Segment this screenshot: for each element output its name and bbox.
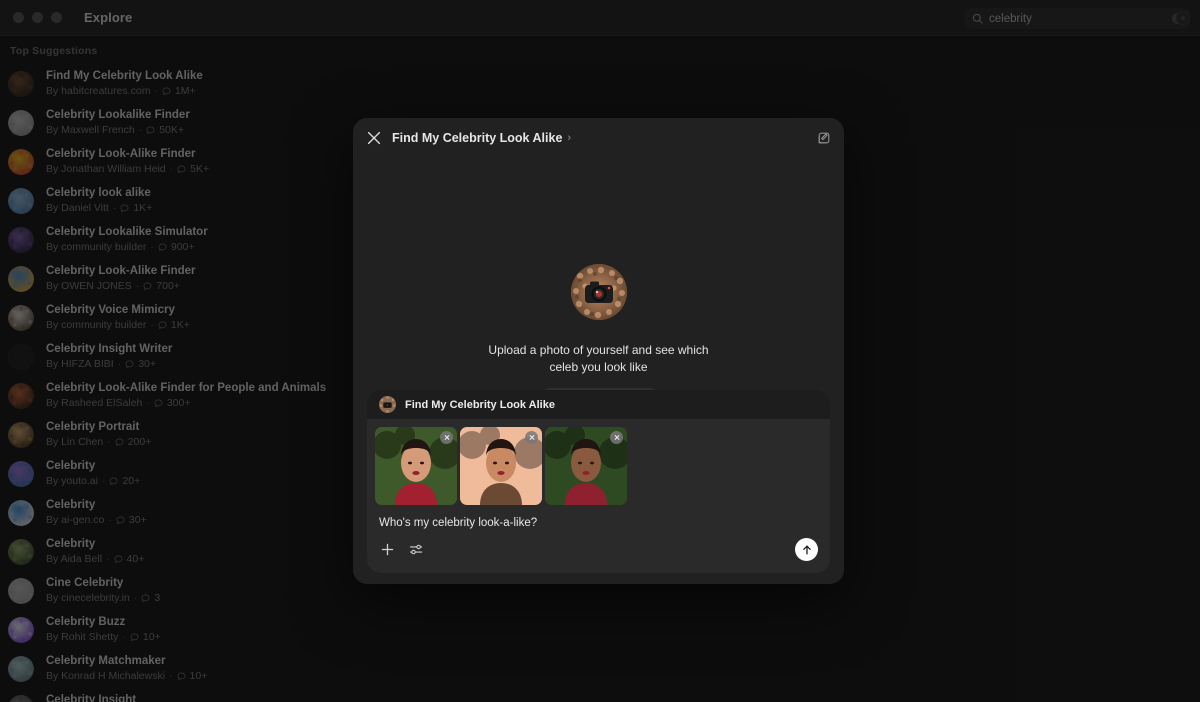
chevron-right-icon: ›: [567, 132, 572, 144]
camera-crowd-avatar: [570, 263, 627, 320]
composer-message-input[interactable]: Who's my celebrity look-a-like?: [367, 505, 830, 529]
chat-composer: Find My Celebrity Look Alike Who's my ce…: [367, 390, 830, 573]
edit-icon[interactable]: [816, 130, 832, 146]
composer-toolbar: [367, 529, 830, 573]
sliders-icon[interactable]: [408, 541, 425, 558]
attachment-thumbnail[interactable]: [375, 427, 457, 505]
composer-header: Find My Celebrity Look Alike: [367, 390, 830, 419]
remove-attachment-icon[interactable]: [440, 431, 453, 444]
modal-title[interactable]: Find My Celebrity Look Alike ›: [392, 131, 571, 145]
remove-attachment-icon[interactable]: [610, 431, 623, 444]
attachment-thumbnail[interactable]: [460, 427, 542, 505]
remove-attachment-icon[interactable]: [525, 431, 538, 444]
arrow-up-icon: [802, 545, 811, 554]
attachment-thumbnail[interactable]: [545, 427, 627, 505]
modal-title-text: Find My Celebrity Look Alike: [392, 131, 563, 145]
close-icon[interactable]: [365, 129, 383, 147]
gpt-description: Upload a photo of yourself and see which…: [488, 342, 709, 374]
camera-crowd-avatar: [379, 396, 396, 413]
attachment-list: [367, 419, 830, 505]
send-button[interactable]: [795, 538, 818, 561]
app-window: Explore Top Suggestions Find My Celebrit…: [0, 0, 1200, 702]
modal-header: Find My Celebrity Look Alike ›: [353, 118, 844, 158]
composer-header-title: Find My Celebrity Look Alike: [405, 398, 555, 411]
plus-icon[interactable]: [379, 541, 396, 558]
